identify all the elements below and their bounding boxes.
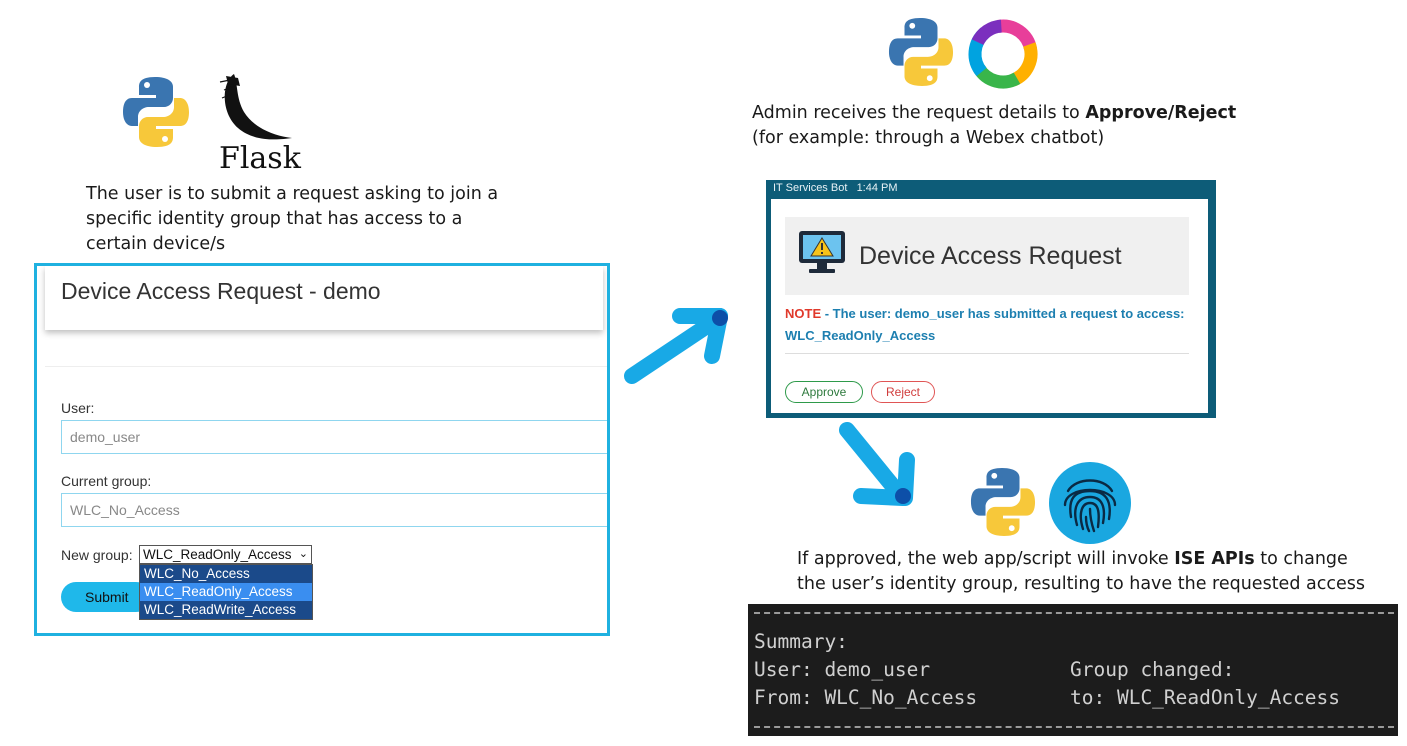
ise-caption: If approved, the web app/script will inv… — [797, 549, 1365, 594]
summary-from: From: WLC_No_Access — [754, 686, 978, 709]
monitor-warning-icon — [799, 231, 845, 273]
summary-heading: Summary: — [754, 630, 848, 653]
dashed-divider — [754, 726, 1394, 728]
approve-button[interactable]: Approve — [785, 381, 863, 403]
python-logo-icon — [888, 18, 954, 86]
new-group-selected-value: WLC_ReadOnly_Access — [143, 547, 292, 562]
form-title: Device Access Request - demo — [61, 278, 381, 304]
card-header: Device Access Request — [785, 217, 1189, 295]
requested-group: WLC_ReadOnly_Access — [785, 328, 936, 343]
chevron-down-icon: ⌄ — [298, 548, 308, 560]
note-text: - The user: demo_user has submitted a re… — [821, 306, 1185, 321]
new-group-select[interactable]: WLC_ReadOnly_Access ⌄ — [139, 545, 312, 564]
option-no-access[interactable]: WLC_No_Access — [140, 565, 312, 583]
arrow-to-admin-icon — [624, 308, 728, 384]
message-time: 1:44 PM — [856, 182, 898, 194]
option-readwrite-access[interactable]: WLC_ReadWrite_Access — [140, 601, 312, 619]
flask-request-form-panel: Device Access Request - demo User: demo_… — [34, 263, 610, 636]
arrow-to-ise-icon — [839, 422, 915, 506]
adaptive-card: Device Access Request NOTE - The user: d… — [771, 199, 1208, 413]
terminal-summary: Summary: User: demo_user From: WLC_No_Ac… — [748, 604, 1398, 736]
python-logo-icon — [970, 468, 1036, 536]
summary-to: to: WLC_ReadOnly_Access — [1070, 686, 1341, 709]
webex-bot-message: IT Services Bot 1:44 PM Device Access Re… — [766, 180, 1216, 418]
note-label: NOTE — [785, 306, 822, 321]
card-divider — [785, 353, 1189, 354]
submit-button[interactable]: Submit — [61, 582, 151, 612]
flask-logo-text: Flask — [219, 141, 301, 176]
form-body: User: demo_user Current group: WLC_No_Ac… — [45, 366, 607, 633]
bot-message-meta: IT Services Bot 1:44 PM — [773, 182, 898, 194]
user-field[interactable]: demo_user — [61, 420, 607, 454]
card-note: NOTE - The user: demo_user has submitted… — [785, 303, 1195, 347]
option-readonly-access[interactable]: WLC_ReadOnly_Access — [140, 583, 312, 601]
admin-caption: Admin receives the request details to Ap… — [752, 103, 1237, 148]
summary-group-changed: Group changed: — [1070, 658, 1235, 681]
fingerprint-icon — [1049, 462, 1131, 544]
python-logo-icon — [123, 77, 189, 147]
dashed-divider — [754, 612, 1394, 614]
reject-button[interactable]: Reject — [871, 381, 935, 403]
form-header: Device Access Request - demo — [45, 266, 603, 330]
webex-logo-icon — [968, 19, 1038, 89]
current-group-label: Current group: — [61, 473, 152, 489]
flask-horn-icon — [219, 74, 292, 140]
card-title: Device Access Request — [859, 242, 1122, 270]
bot-name: IT Services Bot — [773, 182, 848, 194]
user-label: User: — [61, 400, 95, 416]
summary-user: User: demo_user — [754, 658, 931, 681]
new-group-label: New group: — [61, 547, 133, 563]
current-group-field[interactable]: WLC_No_Access — [61, 493, 607, 527]
new-group-dropdown: WLC_No_Access WLC_ReadOnly_Access WLC_Re… — [139, 564, 313, 620]
user-submit-caption: The user is to submit a request asking t… — [86, 184, 499, 254]
